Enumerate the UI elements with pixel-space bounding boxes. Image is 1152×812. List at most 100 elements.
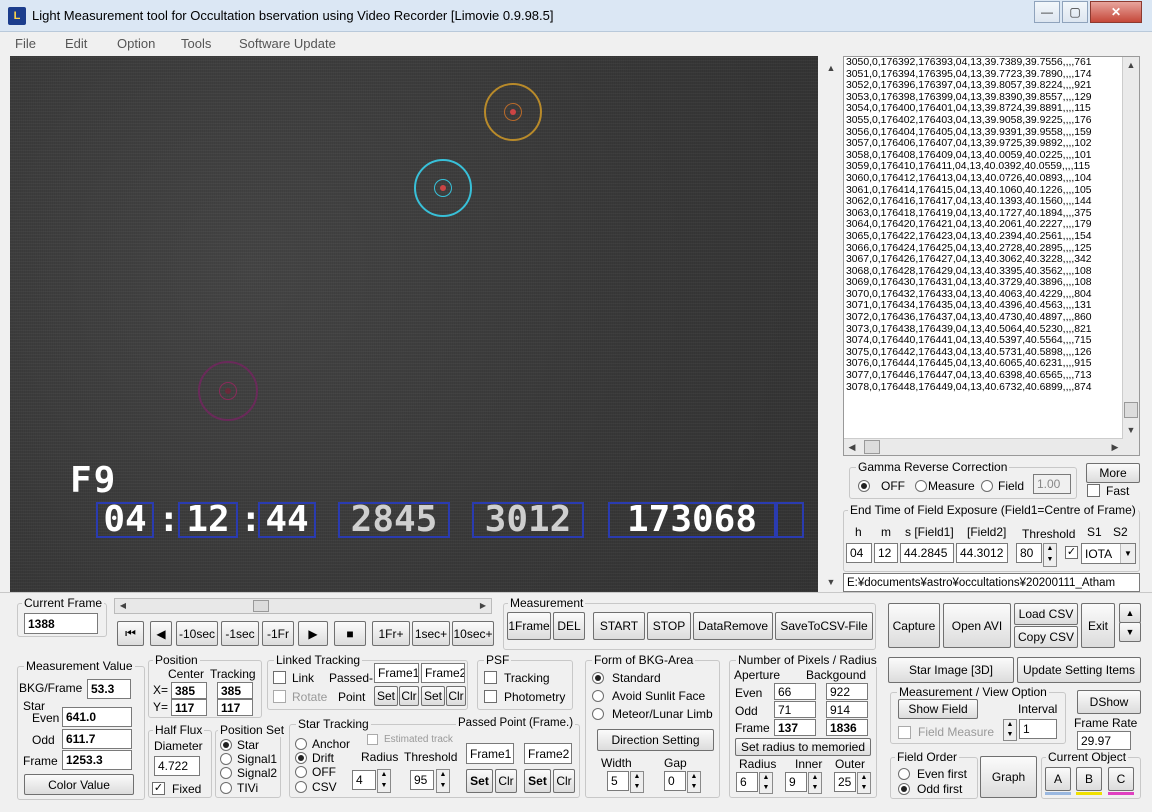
menu-software-update[interactable]: Software Update — [239, 36, 336, 51]
set-radius-button[interactable]: Set radius to memoried — [735, 738, 871, 756]
linked-clr1-button[interactable]: Clr — [399, 686, 419, 706]
list-item[interactable]: 3051,0,176394,176395,04,13,39.7723,39.78… — [844, 69, 1120, 81]
object-a-button[interactable]: A — [1045, 767, 1071, 791]
list-item[interactable]: 3062,0,176416,176417,04,13,40.1393,40.15… — [844, 196, 1120, 208]
pos-star-radio[interactable] — [220, 739, 232, 751]
endtime-field2-field[interactable]: 44.3012 — [956, 543, 1008, 563]
s2-dropdown[interactable]: IOTA ▼ — [1081, 543, 1136, 564]
list-item[interactable]: 3060,0,176412,176413,04,13,40.0726,40.08… — [844, 173, 1120, 185]
passed-frame1-field[interactable]: Frame1 — [466, 743, 514, 764]
list-item[interactable]: 3072,0,176436,176437,04,13,40.4730,40.48… — [844, 312, 1120, 324]
capture-button[interactable]: Capture — [888, 603, 940, 648]
list-item[interactable]: 3073,0,176438,176439,04,13,40.5064,40.52… — [844, 324, 1120, 336]
psf-tracking-checkbox[interactable] — [484, 671, 497, 684]
slider-right-icon[interactable]: ▶ — [475, 598, 491, 614]
open-avi-button[interactable]: Open AVI — [943, 603, 1011, 648]
list-item[interactable]: 3077,0,176446,176447,04,13,40.6398,40.65… — [844, 370, 1120, 382]
interval-spinner[interactable]: ▲ ▼ — [1003, 719, 1017, 741]
list-item[interactable]: 3058,0,176408,176409,04,13,40.0059,40.02… — [844, 150, 1120, 162]
update-settings-button[interactable]: Update Setting Items — [1017, 657, 1141, 683]
y-center-field[interactable]: 117 — [171, 699, 207, 716]
list-item[interactable]: 3076,0,176444,176445,04,13,40.6065,40.62… — [844, 358, 1120, 370]
track-off-radio[interactable] — [295, 766, 307, 778]
menu-edit[interactable]: Edit — [65, 36, 87, 51]
radius-field[interactable]: 6 — [736, 772, 758, 792]
data-list[interactable]: 3050,0,176392,176393,04,13,39.7389,39.75… — [843, 56, 1140, 456]
bkg-standard-radio[interactable] — [592, 672, 604, 684]
one-frame-button[interactable]: 1Frame — [507, 612, 551, 640]
pos-signal2-radio[interactable] — [220, 767, 232, 779]
list-scroll-thumb[interactable] — [1124, 402, 1138, 418]
width-field[interactable]: 5 — [607, 771, 629, 791]
list-up-arrow-icon[interactable]: ▲ — [823, 60, 839, 76]
pos-signal1-radio[interactable] — [220, 753, 232, 765]
scroll-up-icon[interactable]: ▲ — [1123, 57, 1139, 73]
track-radius-spinner[interactable]: ▲ ▼ — [377, 769, 391, 793]
fwd-1sec-button[interactable]: 1sec+ — [412, 621, 450, 646]
menu-tools[interactable]: Tools — [181, 36, 211, 51]
list-item[interactable]: 3068,0,176428,176429,04,13,40.3395,40.35… — [844, 266, 1120, 278]
load-csv-button[interactable]: Load CSV — [1014, 603, 1078, 625]
back-10sec-button[interactable]: -10sec — [176, 621, 218, 646]
file-path-field[interactable]: E:¥documents¥astro¥occultations¥20200111… — [843, 573, 1140, 592]
list-down-arrow-icon[interactable]: ▼ — [823, 574, 839, 590]
track-anchor-radio[interactable] — [295, 738, 307, 750]
current-frame-field[interactable]: 1388 — [24, 613, 98, 634]
stop-button[interactable]: STOP — [647, 612, 691, 640]
aperture-b-ring[interactable] — [198, 361, 258, 421]
dshow-button[interactable]: DShow — [1077, 690, 1141, 714]
linked-frame2-field[interactable]: Frame2 — [421, 663, 465, 683]
list-item[interactable]: 3065,0,176422,176423,04,13,40.2394,40.25… — [844, 231, 1120, 243]
bkg-meteor-radio[interactable] — [592, 708, 604, 720]
s1-checkbox[interactable]: ✓ — [1065, 546, 1078, 559]
list-item[interactable]: 3053,0,176398,176399,04,13,39.8390,39.85… — [844, 92, 1120, 104]
play-button[interactable]: ▶ — [298, 621, 328, 646]
passed-clr1-button[interactable]: Clr — [495, 769, 517, 793]
odd-first-radio[interactable] — [898, 783, 910, 795]
link-checkbox[interactable] — [273, 671, 286, 684]
track-threshold-field[interactable]: 95 — [410, 770, 434, 790]
direction-setting-button[interactable]: Direction Setting — [597, 729, 714, 751]
interval-field[interactable]: 1 — [1019, 719, 1057, 739]
list-item[interactable]: 3056,0,176404,176405,04,13,39.9391,39.95… — [844, 127, 1120, 139]
linked-clr2-button[interactable]: Clr — [446, 686, 466, 706]
start-button[interactable]: START — [593, 612, 645, 640]
list-horizontal-scrollbar[interactable]: ◀ ▶ — [844, 438, 1123, 455]
track-csv-radio[interactable] — [295, 781, 307, 793]
width-spinner[interactable]: ▲ ▼ — [630, 771, 644, 793]
threshold-spinner[interactable]: ▲ ▼ — [1043, 543, 1057, 567]
fwd-1fr-button[interactable]: 1Fr+ — [372, 621, 410, 646]
menu-option[interactable]: Option — [117, 36, 155, 51]
list-item[interactable]: 3078,0,176448,176449,04,13,40.6732,40.68… — [844, 382, 1120, 394]
more-button[interactable]: More — [1086, 463, 1140, 483]
frame-slider[interactable]: ◀ ▶ — [114, 598, 492, 614]
linked-frame1-field[interactable]: Frame1 — [374, 663, 419, 683]
bkg-sunlit-radio[interactable] — [592, 690, 604, 702]
frame-rate-field[interactable]: 29.97 — [1077, 731, 1131, 750]
even-first-radio[interactable] — [898, 768, 910, 780]
gamma-value-field[interactable]: 1.00 — [1033, 474, 1071, 494]
gamma-measure-radio[interactable] — [915, 480, 927, 492]
estimated-track-checkbox[interactable] — [367, 734, 378, 745]
fast-checkbox[interactable] — [1087, 484, 1100, 497]
gap-spinner[interactable]: ▲ ▼ — [687, 771, 701, 793]
endtime-s-field[interactable]: 44.2845 — [900, 543, 954, 563]
passed-frame2-field[interactable]: Frame2 — [524, 743, 572, 764]
list-item[interactable]: 3054,0,176400,176401,04,13,39.8724,39.88… — [844, 103, 1120, 115]
linked-set1-button[interactable]: Set — [374, 686, 398, 706]
close-button[interactable]: ✕ — [1090, 1, 1142, 23]
list-item[interactable]: 3075,0,176442,176443,04,13,40.5731,40.58… — [844, 347, 1120, 359]
list-item[interactable]: 3064,0,176420,176421,04,13,40.2061,40.22… — [844, 219, 1120, 231]
list-item[interactable]: 3055,0,176402,176403,04,13,39.9058,39.92… — [844, 115, 1120, 127]
list-item[interactable]: 3070,0,176432,176433,04,13,40.4063,40.42… — [844, 289, 1120, 301]
track-radius-field[interactable]: 4 — [352, 770, 376, 790]
list-vertical-scrollbar[interactable]: ▲ ▼ — [1122, 57, 1139, 455]
exit-button[interactable]: Exit — [1081, 603, 1115, 648]
list-item[interactable]: 3059,0,176410,176411,04,13,40.0392,40.05… — [844, 161, 1120, 173]
scroll-right-icon[interactable]: ▶ — [1107, 439, 1123, 455]
stop-playback-button[interactable]: ■ — [334, 621, 366, 646]
object-c-button[interactable]: C — [1108, 767, 1134, 791]
list-item[interactable]: 3052,0,176396,176397,04,13,39.8057,39.82… — [844, 80, 1120, 92]
endtime-m-field[interactable]: 12 — [874, 543, 898, 563]
x-tracking-field[interactable]: 385 — [217, 682, 253, 699]
